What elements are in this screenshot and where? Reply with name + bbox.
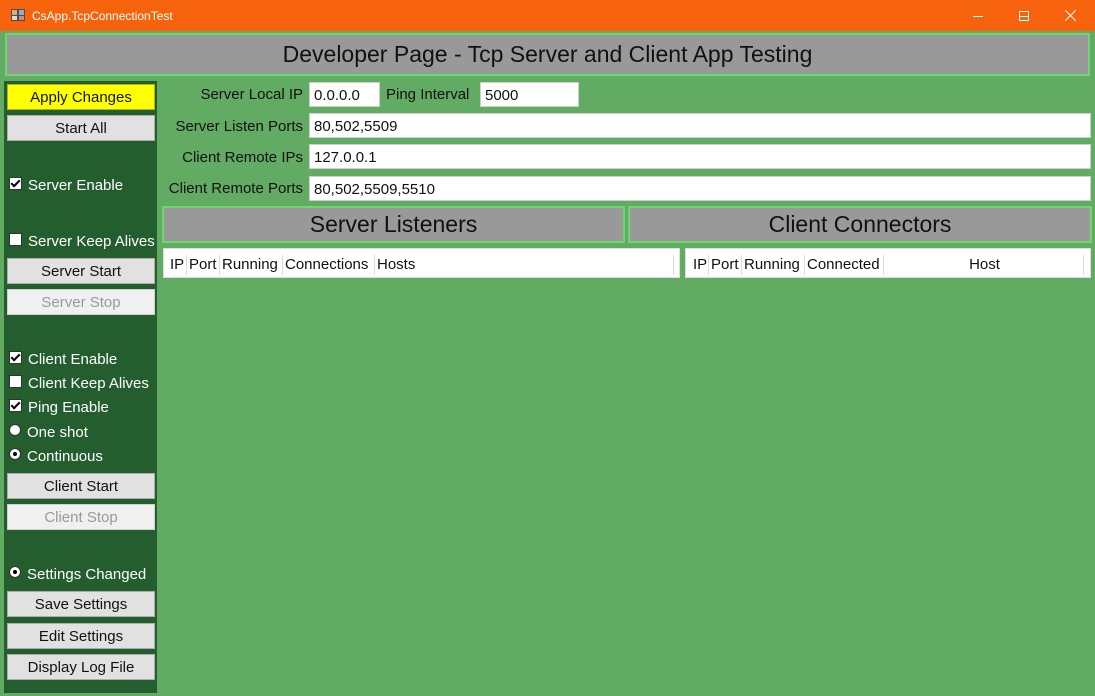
- column-header-running[interactable]: Running: [742, 255, 805, 275]
- settings-changed-indicator: Settings Changed: [9, 565, 147, 583]
- column-header-connections[interactable]: Connections: [283, 255, 375, 275]
- ping-interval-label: Ping Interval: [386, 86, 470, 103]
- client-remote-ips-input[interactable]: [309, 144, 1091, 169]
- server-listeners-grid: IP Port Running Connections Hosts: [163, 248, 680, 278]
- server-enable-label: Server Enable: [28, 177, 124, 194]
- client-connectors-header: Client Connectors: [628, 206, 1092, 243]
- save-settings-button[interactable]: Save Settings: [7, 591, 155, 617]
- client-stop-button[interactable]: Client Stop: [7, 504, 155, 530]
- display-log-file-button[interactable]: Display Log File: [7, 654, 155, 680]
- server-keep-alives-check-icon: [9, 233, 22, 246]
- client-enable-check-icon: [9, 351, 22, 364]
- continuous-radio-icon: [9, 447, 21, 460]
- server-listen-ports-label: Server Listen Ports: [175, 118, 303, 135]
- column-header-connected[interactable]: Connected: [805, 255, 884, 275]
- server-start-button[interactable]: Server Start: [7, 258, 155, 284]
- client-remote-ips-label: Client Remote IPs: [182, 149, 303, 166]
- title-bar: CsApp.TcpConnectionTest: [0, 0, 1095, 31]
- column-header-running[interactable]: Running: [220, 255, 283, 275]
- sidebar: Apply Changes Start All Server Enable Se…: [4, 81, 157, 693]
- column-header-port[interactable]: Port: [709, 255, 742, 275]
- maximize-icon: [1019, 10, 1029, 21]
- start-all-button[interactable]: Start All: [7, 115, 155, 141]
- server-local-ip-label: Server Local IP: [200, 86, 303, 103]
- ping-enable-checkbox[interactable]: Ping Enable: [9, 399, 109, 416]
- close-icon: [1064, 10, 1076, 21]
- window-title: CsApp.TcpConnectionTest: [32, 9, 173, 23]
- one-shot-label: One shot: [27, 424, 88, 441]
- column-header-hosts[interactable]: Hosts: [375, 255, 674, 275]
- column-header-port[interactable]: Port: [187, 255, 220, 275]
- page-title: Developer Page - Tcp Server and Client A…: [5, 33, 1090, 76]
- ping-enable-label: Ping Enable: [28, 399, 109, 416]
- maximize-button[interactable]: [1001, 0, 1047, 31]
- client-start-button[interactable]: Client Start: [7, 473, 155, 499]
- server-stop-button[interactable]: Server Stop: [7, 289, 155, 315]
- server-enable-checkbox[interactable]: Server Enable: [9, 177, 123, 194]
- column-header-ip[interactable]: IP: [168, 255, 187, 275]
- settings-changed-label: Settings Changed: [27, 566, 147, 583]
- column-header-ip[interactable]: IP: [691, 255, 709, 275]
- server-keep-alives-checkbox[interactable]: Server Keep Alives: [9, 233, 155, 250]
- minimize-button-2[interactable]: [955, 0, 1001, 31]
- minimize-icon: [973, 11, 983, 21]
- server-local-ip-input[interactable]: [309, 82, 380, 107]
- continuous-radio[interactable]: Continuous: [9, 447, 103, 465]
- server-listeners-header: Server Listeners: [162, 206, 625, 243]
- edit-settings-button[interactable]: Edit Settings: [7, 623, 155, 649]
- client-keep-alives-check-icon: [9, 375, 22, 388]
- client-remote-ports-input[interactable]: [309, 176, 1091, 201]
- server-listen-ports-input[interactable]: [309, 113, 1091, 138]
- client-connectors-grid: IP Port Running Connected Host: [685, 248, 1091, 278]
- ping-enable-check-icon: [9, 399, 22, 412]
- settings-changed-radio-icon: [9, 565, 21, 578]
- ping-interval-input[interactable]: [480, 82, 579, 107]
- client-enable-checkbox[interactable]: Client Enable: [9, 351, 117, 368]
- apply-changes-button[interactable]: Apply Changes: [7, 84, 155, 110]
- one-shot-radio-icon: [9, 423, 21, 436]
- client-remote-ports-label: Client Remote Ports: [168, 180, 303, 197]
- column-header-host[interactable]: Host: [884, 255, 1084, 275]
- close-button[interactable]: [1047, 0, 1093, 31]
- client-keep-alives-label: Client Keep Alives: [28, 375, 149, 392]
- client-enable-label: Client Enable: [28, 351, 118, 368]
- main-frame: Developer Page - Tcp Server and Client A…: [0, 31, 1095, 696]
- server-enable-check-icon: [9, 177, 22, 190]
- server-keep-alives-label: Server Keep Alives: [28, 233, 155, 250]
- app-icon: [10, 7, 26, 23]
- one-shot-radio[interactable]: One shot: [9, 423, 88, 441]
- client-keep-alives-checkbox[interactable]: Client Keep Alives: [9, 375, 149, 392]
- continuous-label: Continuous: [27, 448, 103, 465]
